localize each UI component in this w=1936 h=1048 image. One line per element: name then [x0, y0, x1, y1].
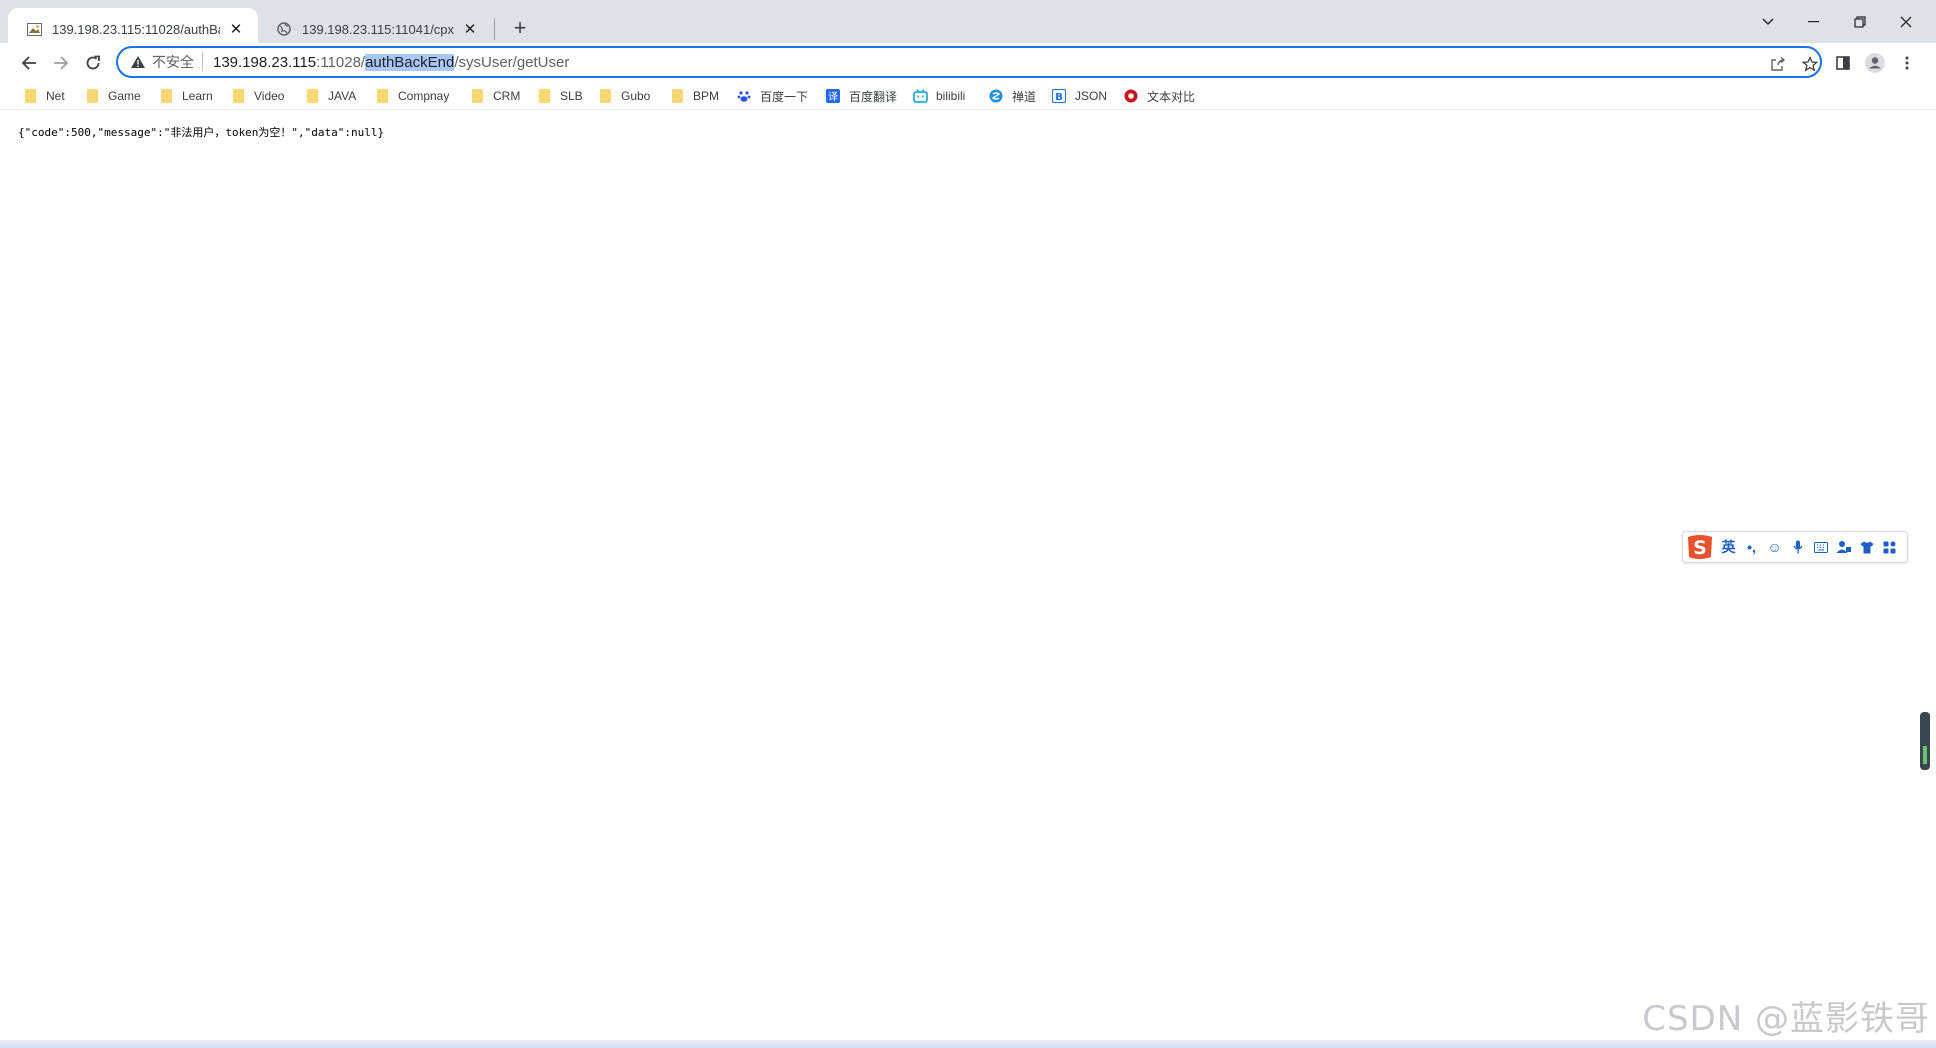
bookmark-gubo[interactable]: Gubo	[597, 86, 650, 106]
folder-icon	[597, 88, 613, 104]
reload-icon[interactable]	[78, 48, 108, 78]
bookmark-star-icon[interactable]	[1798, 52, 1822, 76]
ime-emoji-icon[interactable]: ☺	[1763, 535, 1786, 559]
close-icon[interactable]: ✕	[460, 19, 480, 39]
folder-icon	[469, 88, 485, 104]
url-text[interactable]: 139.198.23.115:11028/authBackEnd/sysUser…	[213, 53, 570, 71]
url-port: :11028/	[316, 53, 366, 71]
bookmark-net[interactable]: Net	[22, 86, 65, 106]
security-chip[interactable]: 不安全	[130, 48, 194, 76]
profile-avatar-icon[interactable]	[1860, 48, 1890, 78]
ime-toolbox-icon[interactable]	[1878, 535, 1901, 559]
ime-voice-icon[interactable]	[1786, 535, 1809, 559]
bookmarks-bar: Net Game Learn Video JAVA Compnay CRM SL…	[0, 80, 1936, 110]
text-compare-icon	[1123, 88, 1139, 104]
back-arrow-icon[interactable]	[14, 48, 44, 78]
sogou-logo-icon[interactable]: S	[1683, 532, 1717, 562]
share-icon[interactable]	[1766, 52, 1790, 76]
side-panel-icon[interactable]	[1828, 48, 1858, 78]
folder-icon	[304, 88, 320, 104]
folder-icon	[536, 88, 552, 104]
side-widget-handle[interactable]	[1920, 712, 1930, 770]
close-icon[interactable]	[1886, 8, 1926, 36]
ime-toolbar[interactable]: S 英 •, ☺	[1682, 531, 1908, 563]
globe-icon	[276, 21, 292, 37]
json-response-text: {"code":500,"message":"非法用户，token为空！","d…	[18, 126, 385, 139]
bookmark-learn[interactable]: Learn	[158, 86, 213, 106]
page-content: {"code":500,"message":"非法用户，token为空！","d…	[0, 111, 1936, 1040]
ime-punctuation-toggle[interactable]: •,	[1740, 535, 1763, 559]
folder-icon	[669, 88, 685, 104]
bookmark-game[interactable]: Game	[84, 86, 141, 106]
restore-icon[interactable]	[1840, 8, 1880, 36]
bookmark-bpm[interactable]: BPM	[669, 86, 719, 106]
minimize-icon[interactable]	[1794, 8, 1834, 36]
zentao-icon	[988, 88, 1004, 104]
toolbar: 不安全 139.198.23.115:11028/authBackEnd/sys…	[0, 43, 1936, 83]
bookmark-bilibili[interactable]: bilibili	[912, 86, 965, 106]
json-icon: B	[1051, 88, 1067, 104]
warning-icon	[130, 55, 146, 69]
ime-skin-icon[interactable]	[1855, 535, 1878, 559]
url-host: 139.198.23.115	[213, 53, 317, 71]
svg-text:S: S	[1693, 537, 1707, 559]
taskbar-edge	[0, 1040, 1936, 1048]
svg-text:B: B	[1055, 92, 1063, 103]
tab-title: 139.198.23.115:11041/cpxfBackEnd	[302, 21, 454, 37]
bookmark-text-compare[interactable]: 文本对比	[1123, 86, 1195, 106]
ime-keyboard-icon[interactable]	[1809, 535, 1832, 559]
chevron-down-icon[interactable]	[1748, 8, 1788, 36]
baidu-translate-icon: 译	[825, 88, 841, 104]
bookmark-zentao[interactable]: 禅道	[988, 86, 1036, 106]
bookmark-crm[interactable]: CRM	[469, 86, 520, 106]
page-image-icon	[26, 21, 42, 37]
bilibili-tv-icon	[912, 88, 928, 104]
bookmark-slb[interactable]: SLB	[536, 86, 583, 106]
forward-arrow-icon[interactable]	[46, 48, 76, 78]
security-label: 不安全	[152, 54, 194, 70]
bookmark-java[interactable]: JAVA	[304, 86, 356, 106]
bookmark-baidu[interactable]: 百度一下	[736, 86, 808, 106]
address-bar[interactable]: 不安全 139.198.23.115:11028/authBackEnd/sys…	[116, 46, 1822, 78]
ime-language-toggle[interactable]: 英	[1717, 535, 1740, 559]
bookmark-compnay[interactable]: Compnay	[374, 86, 449, 106]
baidu-paw-icon	[736, 88, 752, 104]
more-menu-icon[interactable]	[1892, 48, 1922, 78]
folder-icon	[230, 88, 246, 104]
omnibox-divider	[202, 53, 203, 71]
ime-user-icon[interactable]	[1832, 535, 1855, 559]
side-widget-level	[1923, 746, 1927, 764]
folder-icon	[22, 88, 38, 104]
tab-divider	[494, 18, 495, 40]
svg-text:译: 译	[828, 91, 838, 103]
url-selected-segment: authBackEnd	[365, 53, 455, 71]
folder-icon	[374, 88, 390, 104]
new-tab-button[interactable]: +	[505, 13, 535, 43]
close-icon[interactable]: ✕	[226, 19, 246, 39]
folder-icon	[158, 88, 174, 104]
url-path: /sysUser/getUser	[454, 53, 570, 71]
browser-window: 139.198.23.115:11028/authBackEnd/sysUser…	[0, 0, 1936, 1048]
bookmark-baidu-translate[interactable]: 译 百度翻译	[825, 86, 897, 106]
bookmark-video[interactable]: Video	[230, 86, 284, 106]
tab-title: 139.198.23.115:11028/authBackEnd/sysUser…	[52, 21, 220, 37]
bookmark-json[interactable]: B JSON	[1051, 86, 1107, 106]
folder-icon	[84, 88, 100, 104]
watermark: CSDN @蓝影铁哥	[1642, 999, 1930, 1039]
